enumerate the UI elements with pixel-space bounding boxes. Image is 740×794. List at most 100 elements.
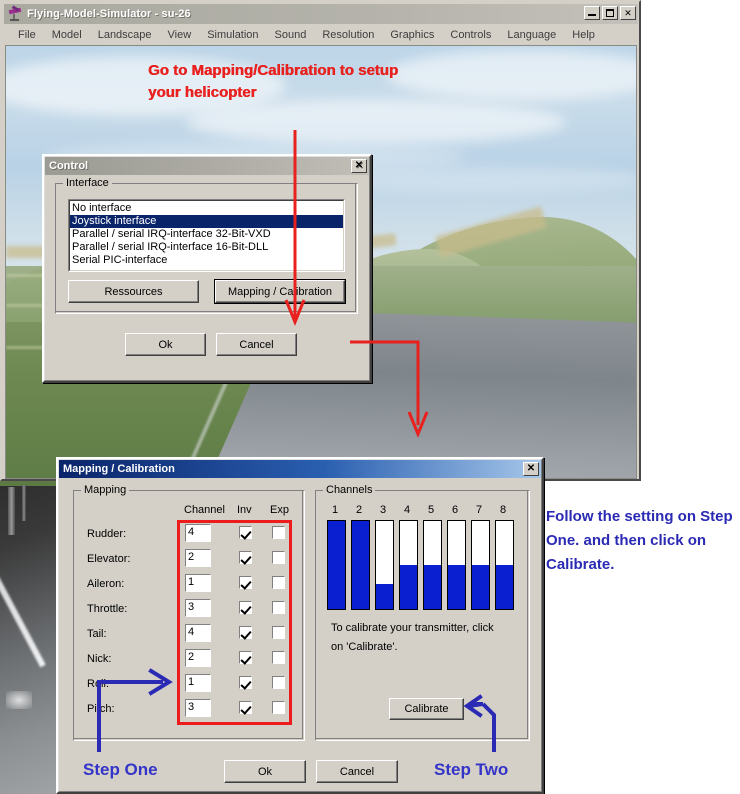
exp-checkbox-elevator[interactable] — [272, 551, 285, 564]
inv-checkbox-elevator[interactable] — [239, 551, 252, 564]
calibrate-button[interactable]: Calibrate — [389, 698, 464, 720]
interface-listbox[interactable]: No interface Joystick interface Parallel… — [68, 199, 345, 272]
menu-item-view[interactable]: View — [160, 27, 200, 43]
menu-item-language[interactable]: Language — [499, 27, 564, 43]
channel-input-pitch[interactable]: 3 — [185, 699, 211, 717]
channel-bar-6 — [447, 520, 466, 610]
mapping-row-label-pitch: Pitch: — [87, 703, 115, 715]
close-icon[interactable]: ✕ — [523, 462, 539, 476]
channels-group-label: Channels — [323, 484, 376, 496]
background-road-strip — [0, 481, 58, 794]
channel-number-row: 1 2 3 4 5 6 7 8 — [329, 504, 519, 519]
inv-checkbox-nick[interactable] — [239, 651, 252, 664]
channel-number-2: 2 — [356, 504, 363, 516]
mapping-ok-button[interactable]: Ok — [224, 760, 306, 783]
list-item-parallel-32bit[interactable]: Parallel / serial IRQ-interface 32-Bit-V… — [70, 228, 343, 241]
mapping-dialog-titlebar[interactable]: Mapping / Calibration ✕ — [59, 460, 541, 478]
channel-number-4: 4 — [404, 504, 411, 516]
interface-group-label: Interface — [63, 177, 112, 189]
channel-input-throttle[interactable]: 3 — [185, 599, 211, 617]
minimize-button[interactable] — [584, 6, 600, 20]
mapping-calibration-button[interactable]: Mapping / Calibration — [214, 279, 346, 304]
mapping-cancel-button[interactable]: Cancel — [316, 760, 398, 783]
channel-input-elevator[interactable]: 2 — [185, 549, 211, 567]
list-item-serial-pic[interactable]: Serial PIC-interface — [70, 254, 343, 267]
calibrate-hint-line2: on 'Calibrate'. — [331, 641, 398, 653]
pole-icon — [22, 485, 26, 521]
menu-item-sound[interactable]: Sound — [267, 27, 315, 43]
channel-bar-7 — [471, 520, 490, 610]
maximize-button[interactable] — [602, 6, 618, 20]
mapping-row-label-elevator: Elevator: — [87, 553, 131, 565]
list-item-joystick[interactable]: Joystick interface — [70, 215, 343, 228]
column-header-inv: Inv — [237, 504, 252, 516]
grass-edge — [0, 481, 58, 486]
channel-number-5: 5 — [428, 504, 435, 516]
mapping-row-label-nick: Nick: — [87, 653, 112, 665]
list-item-parallel-16bit[interactable]: Parallel / serial IRQ-interface 16-Bit-D… — [70, 241, 343, 254]
exp-checkbox-pitch[interactable] — [272, 701, 285, 714]
inv-checkbox-throttle[interactable] — [239, 601, 252, 614]
mapping-row-label-aileron: Aileron: — [87, 578, 125, 590]
channel-input-rudder[interactable]: 4 — [185, 524, 211, 542]
step-one-label: Step One — [83, 760, 158, 779]
menu-item-model[interactable]: Model — [44, 27, 90, 43]
control-ok-button[interactable]: Ok — [125, 333, 206, 356]
channel-input-aileron[interactable]: 1 — [185, 574, 211, 592]
menu-item-resolution[interactable]: Resolution — [314, 27, 382, 43]
exp-checkbox-aileron[interactable] — [272, 576, 285, 589]
exp-checkbox-throttle[interactable] — [272, 601, 285, 614]
window-title: Flying-Model-Simulator - su-26 — [27, 8, 191, 20]
control-cancel-button[interactable]: Cancel — [216, 333, 297, 356]
mapping-row-label-roll: Roll: — [87, 678, 110, 690]
channel-bar-5 — [423, 520, 442, 610]
inv-checkbox-roll[interactable] — [239, 676, 252, 689]
window-titlebar[interactable]: Flying-Model-Simulator - su-26 ✕ — [4, 4, 638, 24]
channel-input-tail[interactable]: 4 — [185, 624, 211, 642]
blue-annotation-right: Follow the setting on Step One. and then… — [546, 505, 736, 577]
exp-checkbox-rudder[interactable] — [272, 526, 285, 539]
calibrate-hint-line1: To calibrate your transmitter, click — [331, 622, 494, 634]
channel-number-1: 1 — [332, 504, 339, 516]
blue-annotation-line2: One. and then click on — [546, 532, 707, 549]
control-dialog-titlebar[interactable]: Control ✕ — [45, 157, 369, 175]
ressources-button[interactable]: Ressources — [68, 280, 199, 303]
menu-item-file[interactable]: File — [10, 27, 44, 43]
cloud — [186, 100, 566, 144]
inv-checkbox-pitch[interactable] — [239, 701, 252, 714]
menu-item-help[interactable]: Help — [564, 27, 603, 43]
channel-input-nick[interactable]: 2 — [185, 649, 211, 667]
pole-icon — [8, 487, 15, 535]
channel-number-8: 8 — [500, 504, 507, 516]
channel-bar-8 — [495, 520, 514, 610]
exp-checkbox-roll[interactable] — [272, 676, 285, 689]
control-dialog: Control ✕ Interface No interface Joystic… — [42, 154, 372, 383]
channel-number-6: 6 — [452, 504, 459, 516]
channel-input-roll[interactable]: 1 — [185, 674, 211, 692]
control-dialog-title: Control — [49, 160, 89, 172]
exp-checkbox-tail[interactable] — [272, 626, 285, 639]
red-annotation-line1: Go to Mapping/Calibration to setup — [148, 62, 398, 79]
menu-item-simulation[interactable]: Simulation — [199, 27, 266, 43]
column-header-channel: Channel — [184, 504, 225, 516]
inv-checkbox-rudder[interactable] — [239, 526, 252, 539]
channel-number-3: 3 — [380, 504, 387, 516]
menu-bar: File Model Landscape View Simulation Sou… — [4, 25, 638, 44]
blue-annotation-line1: Follow the setting on Step — [546, 508, 733, 525]
mapping-row-label-throttle: Throttle: — [87, 603, 128, 615]
screenshot-root: Flying-Model-Simulator - su-26 ✕ File Mo… — [0, 0, 740, 794]
list-item-no-interface[interactable]: No interface — [70, 202, 343, 215]
close-button[interactable]: ✕ — [620, 6, 636, 20]
channel-number-7: 7 — [476, 504, 483, 516]
channel-bar-4 — [399, 520, 418, 610]
close-icon[interactable]: ✕ — [351, 159, 367, 173]
channel-bar-3 — [375, 520, 394, 610]
inv-checkbox-aileron[interactable] — [239, 576, 252, 589]
menu-item-landscape[interactable]: Landscape — [90, 27, 160, 43]
exp-checkbox-nick[interactable] — [272, 651, 285, 664]
channel-bar-1 — [327, 520, 346, 610]
road-kerb — [0, 541, 46, 668]
menu-item-graphics[interactable]: Graphics — [382, 27, 442, 43]
inv-checkbox-tail[interactable] — [239, 626, 252, 639]
menu-item-controls[interactable]: Controls — [442, 27, 499, 43]
